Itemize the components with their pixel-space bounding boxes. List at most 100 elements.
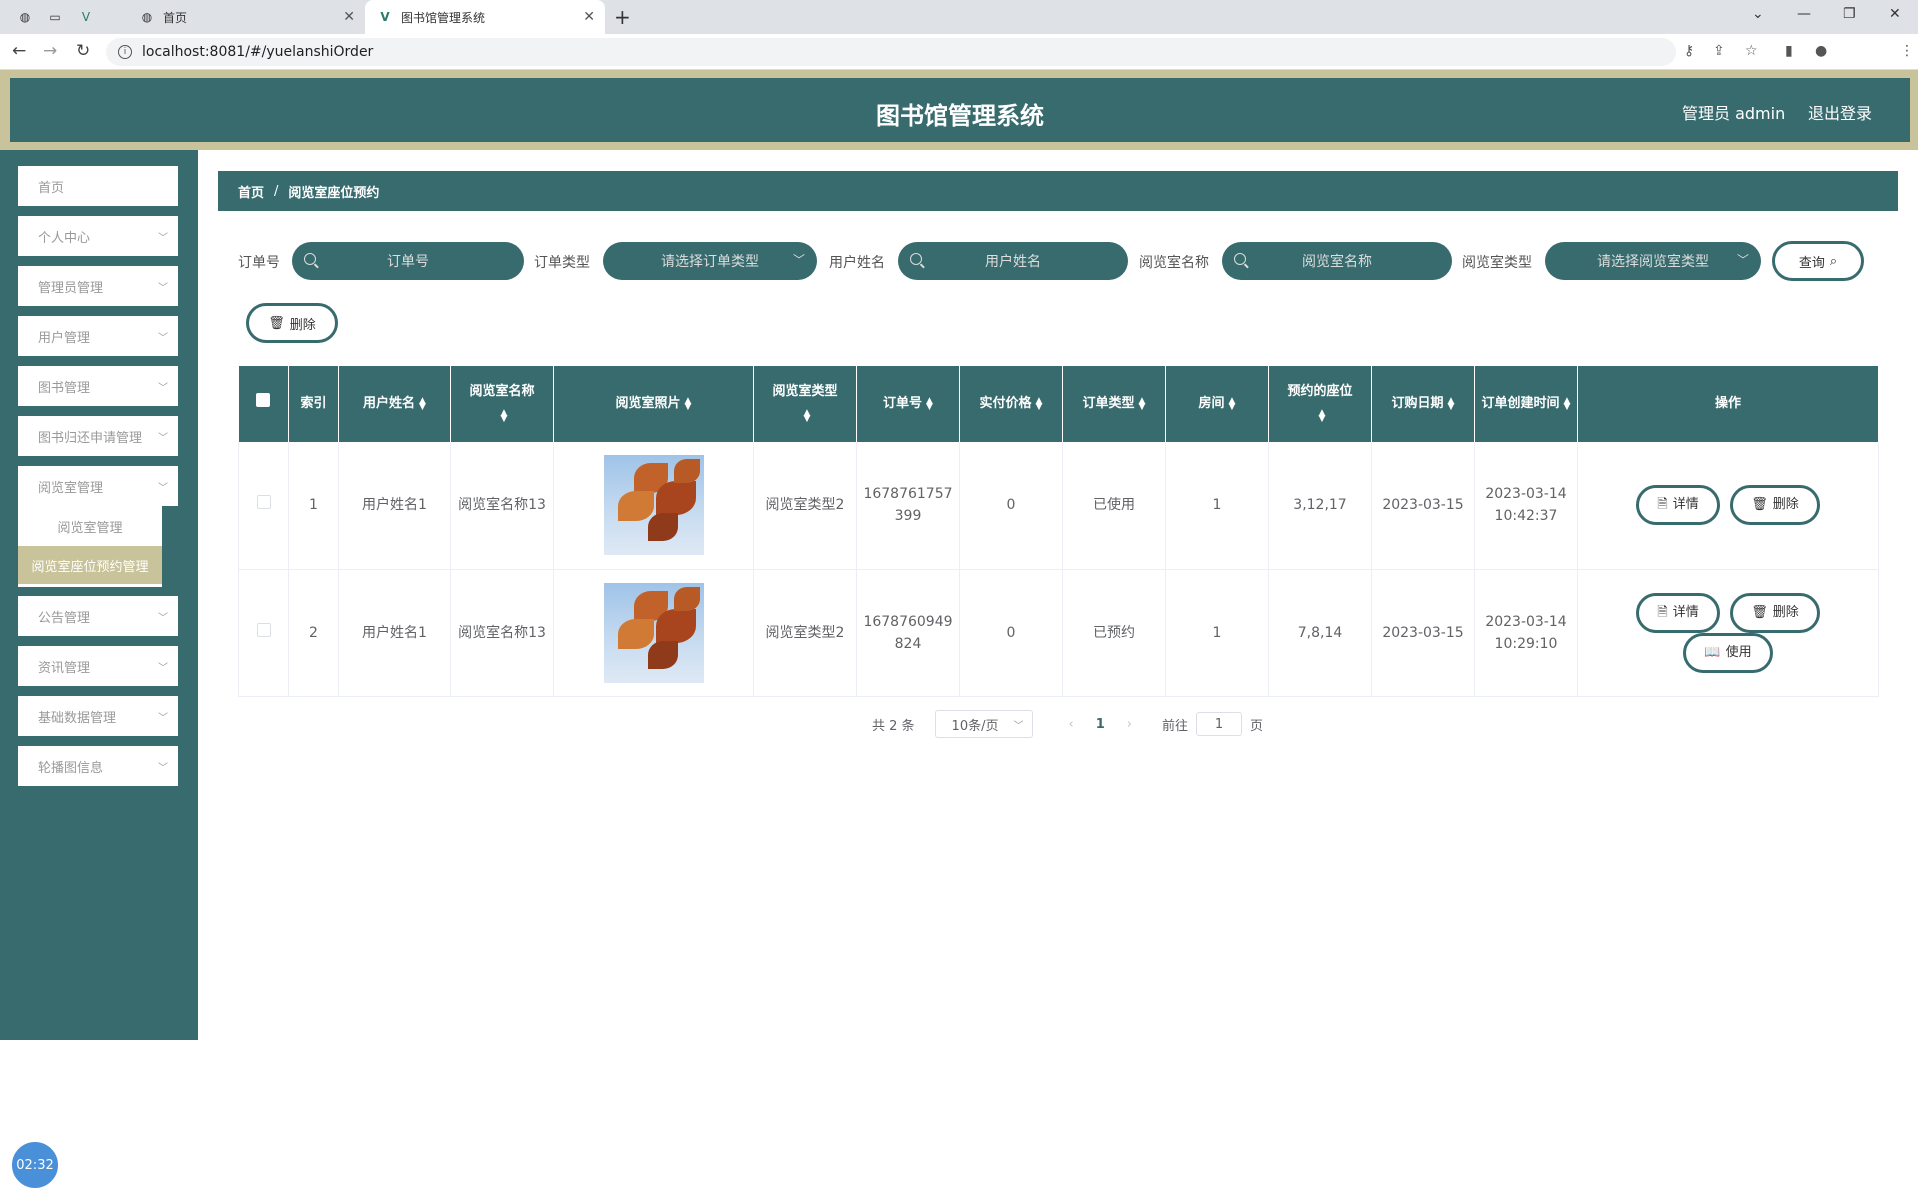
header-room-type[interactable]: 阅览室类型 ▲ ▼: [753, 366, 857, 442]
close-icon[interactable]: ✕: [343, 9, 355, 25]
sort-icon[interactable]: ▲ ▼: [1448, 396, 1455, 411]
sidepanel-icon[interactable]: ▮: [1785, 43, 1793, 59]
current-page[interactable]: 1: [1096, 717, 1105, 732]
sidebar-item-books[interactable]: 图书管理 ﹀: [18, 366, 178, 406]
tab-library[interactable]: V 图书馆管理系统 ✕: [365, 0, 605, 34]
sort-icon[interactable]: ▲ ▼: [419, 396, 426, 411]
use-button[interactable]: 📖 使用: [1683, 632, 1773, 673]
pagination: 共 2 条 10条/页 ﹀ ‹ 1 › 前往 1 页: [872, 710, 1263, 738]
detail-button[interactable]: 🗎 详情: [1636, 485, 1720, 526]
sidebar-item-admins[interactable]: 管理员管理 ﹀: [18, 266, 178, 306]
next-page-icon[interactable]: ›: [1127, 717, 1132, 732]
header-order-no[interactable]: 订单号 ▲ ▼: [856, 366, 960, 442]
window-close-icon[interactable]: ✕: [1889, 6, 1901, 22]
vue-icon: V: [380, 10, 390, 24]
header-room-name[interactable]: 阅览室名称 ▲ ▼: [450, 366, 554, 442]
header-room-photo[interactable]: 阅览室照片 ▲ ▼: [553, 366, 754, 442]
row-select-cell[interactable]: [238, 442, 289, 570]
order-type-select[interactable]: 请选择订单类型 ﹀: [603, 242, 817, 280]
reload-icon[interactable]: ↻: [76, 41, 90, 61]
logout-link[interactable]: 退出登录: [1808, 100, 1872, 124]
close-icon[interactable]: ✕: [583, 9, 595, 25]
sidebar-item-profile[interactable]: 个人中心 ﹀: [18, 216, 178, 256]
tab-home[interactable]: ◍ 首页 ✕: [129, 0, 365, 34]
sort-icon[interactable]: ▲ ▼: [1036, 396, 1043, 411]
query-label: 查询: [1798, 255, 1825, 271]
order-no-input[interactable]: 订单号: [292, 242, 524, 280]
sidebar-item-label: 首页: [38, 180, 65, 196]
table-row: 2 用户姓名1 阅览室名称13 阅览室类型2 1678760949824 0 已…: [238, 569, 1879, 697]
prev-page-icon[interactable]: ‹: [1069, 717, 1074, 732]
room-photo-image[interactable]: [603, 455, 704, 556]
sidebar-item-book-return[interactable]: 图书归还申请管理 ﹀: [18, 416, 178, 456]
chevron-down-icon: ﹀: [158, 232, 168, 244]
sort-icon[interactable]: ▲ ▼: [1229, 396, 1236, 411]
header-order-type[interactable]: 订单类型 ▲ ▼: [1062, 366, 1166, 442]
row-select-cell[interactable]: [238, 569, 289, 697]
restore-icon[interactable]: ❐: [1843, 6, 1856, 22]
sidebar-item-basic-data[interactable]: 基础数据管理 ﹀: [18, 696, 178, 736]
header-room[interactable]: 房间 ▲ ▼: [1165, 366, 1269, 442]
detail-button[interactable]: 🗎 详情: [1636, 592, 1720, 633]
sort-icon[interactable]: ▲ ▼: [1319, 408, 1326, 423]
cell-room-type: 阅览室类型2: [753, 442, 857, 570]
room-name-input[interactable]: 阅览室名称: [1222, 242, 1452, 280]
sidebar-item-users[interactable]: 用户管理 ﹀: [18, 316, 178, 356]
sort-icon[interactable]: ▲ ▼: [926, 396, 933, 411]
submenu-item-reading-room[interactable]: 阅览室管理: [18, 507, 162, 545]
search-icon: [910, 253, 922, 265]
room-type-select[interactable]: 请选择阅览室类型 ﹀: [1545, 242, 1761, 280]
header-label: 操作: [1714, 396, 1741, 411]
page-size-select[interactable]: 10条/页 ﹀: [934, 710, 1033, 738]
header-label: 订单创建时间: [1481, 396, 1560, 411]
sort-icon[interactable]: ▲ ▼: [501, 408, 508, 423]
pinned-tab-vue[interactable]: V: [75, 0, 97, 34]
detail-label: 详情: [1672, 604, 1699, 620]
sort-icon[interactable]: ▲ ▼: [1139, 396, 1146, 411]
tab-search-icon[interactable]: ⌄: [1752, 6, 1764, 22]
sidebar-item-home[interactable]: 首页: [18, 166, 178, 206]
delete-button[interactable]: 🗑 删除: [1730, 592, 1820, 633]
submenu-item-seat-booking[interactable]: 阅览室座位预约管理: [18, 546, 162, 584]
url-field[interactable]: i localhost:8081/#/yuelanshiOrder: [106, 38, 1676, 66]
sidebar-item-carousel[interactable]: 轮播图信息 ﹀: [18, 746, 178, 786]
breadcrumb-home[interactable]: 首页: [238, 182, 264, 201]
forward-icon[interactable]: →: [43, 41, 57, 61]
header-price[interactable]: 实付价格 ▲ ▼: [959, 366, 1063, 442]
back-icon[interactable]: ←: [12, 41, 26, 61]
sidebar-item-label: 图书归还申请管理: [38, 430, 143, 446]
sort-icon[interactable]: ▲ ▼: [804, 408, 811, 423]
goto-page-input[interactable]: 1: [1196, 712, 1243, 736]
sidebar-item-news[interactable]: 资讯管理 ﹀: [18, 646, 178, 686]
menu-icon[interactable]: ⋮: [1900, 43, 1914, 59]
created-date: 2023-03-14: [1485, 613, 1567, 630]
minimize-icon[interactable]: —: [1797, 6, 1811, 22]
header-user-name[interactable]: 用户姓名 ▲ ▼: [338, 366, 451, 442]
new-tab-icon[interactable]: +: [614, 5, 631, 29]
key-icon[interactable]: ⚷: [1684, 43, 1694, 59]
batch-delete-button[interactable]: 🗑 删除: [246, 303, 338, 343]
sort-icon[interactable]: ▲ ▼: [685, 396, 692, 411]
cell-price: 0: [959, 442, 1063, 570]
room-photo-image[interactable]: [603, 582, 704, 683]
profile-icon[interactable]: ●: [1815, 43, 1827, 59]
info-icon[interactable]: i: [118, 45, 132, 59]
share-icon[interactable]: ⇪: [1713, 43, 1725, 59]
header-select-all[interactable]: [238, 366, 289, 442]
row-checkbox[interactable]: [256, 495, 271, 510]
user-name-input[interactable]: 用户姓名: [898, 242, 1128, 280]
sidebar-item-notices[interactable]: 公告管理 ﹀: [18, 596, 178, 636]
header-seats[interactable]: 预约的座位 ▲ ▼: [1268, 366, 1372, 442]
sidebar-item-reading-room[interactable]: 阅览室管理 ﹀: [18, 466, 178, 506]
header-created-at[interactable]: 订单创建时间 ▲ ▼: [1474, 366, 1578, 442]
goto-label: 前往: [1162, 718, 1189, 734]
pinned-tab-blank[interactable]: ▭: [44, 0, 66, 34]
delete-button[interactable]: 🗑 删除: [1730, 485, 1820, 526]
star-icon[interactable]: ☆: [1745, 43, 1758, 59]
row-checkbox[interactable]: [256, 622, 271, 637]
sort-icon[interactable]: ▲ ▼: [1564, 396, 1571, 411]
header-buy-date[interactable]: 订购日期 ▲ ▼: [1371, 366, 1475, 442]
pinned-tab-globe[interactable]: ◍: [14, 0, 36, 34]
select-all-checkbox[interactable]: [256, 393, 271, 407]
query-button[interactable]: 查询 ⌕: [1772, 241, 1864, 281]
